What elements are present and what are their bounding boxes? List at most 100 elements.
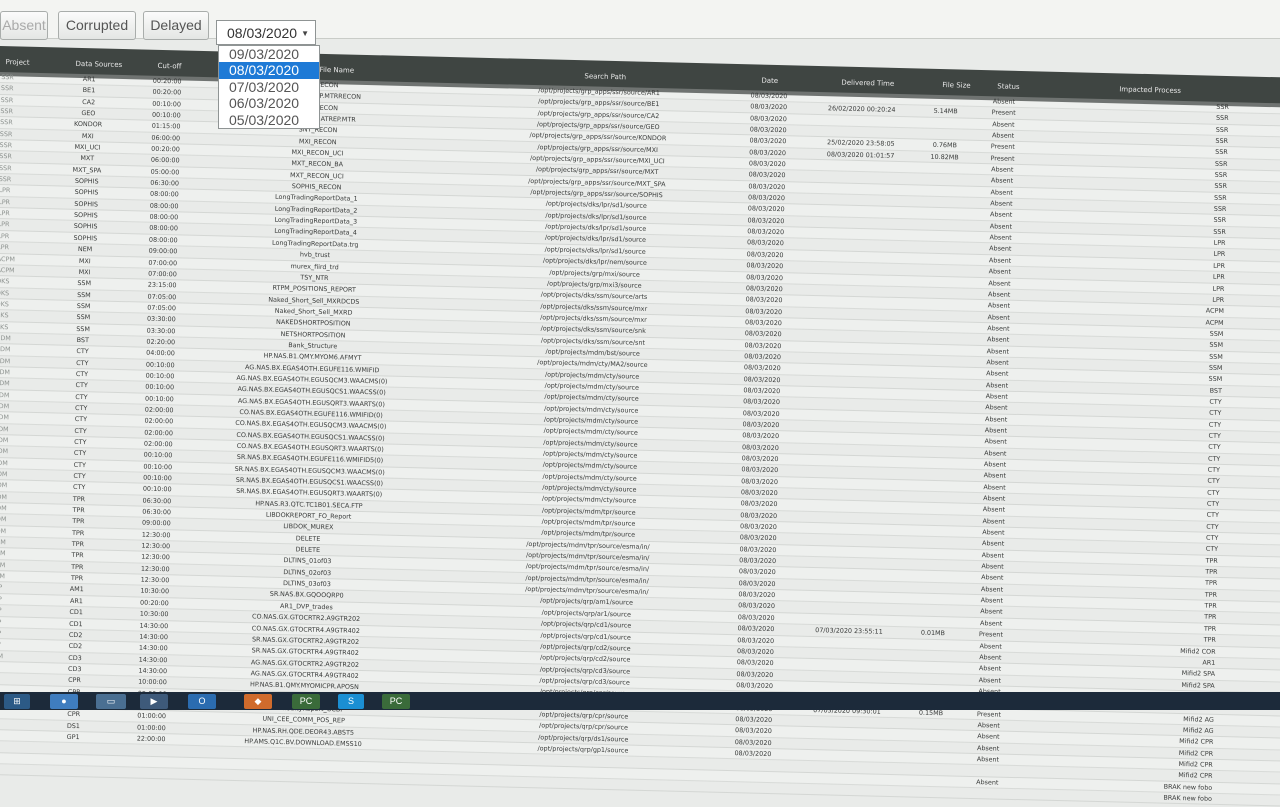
cell-cutoff: 14:30:00 (139, 632, 169, 642)
cell-data-source: GEO (81, 109, 96, 118)
cell-file-size (912, 378, 966, 379)
date-option[interactable]: 09/03/2020 (219, 46, 319, 62)
cell-project: MDM (0, 367, 11, 377)
cell-project: SSR (1, 73, 14, 82)
cell-date: 08/03/2020 (738, 567, 776, 577)
column-header-delivered-time[interactable]: Delivered Time (841, 79, 894, 88)
delayed-filter-button[interactable]: Delayed (143, 11, 209, 40)
date-option[interactable]: 07/03/2020 (219, 79, 319, 95)
cell-file-size (903, 752, 957, 753)
cell-project: MDM (0, 549, 6, 558)
cell-file-size (905, 684, 959, 685)
report-table: Project Data Sources Cut-off File Name S… (0, 46, 1280, 807)
cell-date: 08/03/2020 (744, 329, 782, 339)
corrupted-filter-button[interactable]: Corrupted (58, 11, 136, 40)
cell-status: Absent (986, 358, 1009, 367)
windows-start-icon[interactable]: ⊞ (4, 694, 30, 709)
cell-cutoff: 07:00:00 (148, 269, 177, 279)
cell-file-size (907, 593, 961, 594)
pycharm-icon[interactable]: PC (382, 694, 410, 709)
date-select[interactable]: 08/03/2020 ▼ (216, 20, 316, 45)
cell-data-source: SSM (76, 301, 91, 311)
cell-project: MDM (0, 345, 11, 354)
cell-project: SSR (0, 84, 14, 93)
cell-data-source: CD2 (68, 630, 83, 640)
pycharm-icon[interactable]: PC (292, 694, 320, 709)
cell-project: MDM (0, 503, 7, 513)
column-header-status[interactable]: Status (997, 82, 1020, 91)
cell-file-size (908, 559, 962, 560)
cell-cutoff: 03:30:00 (146, 326, 176, 335)
explorer-icon[interactable]: ▭ (96, 694, 126, 709)
cell-file-size (909, 514, 963, 515)
cell-data-source: NEM (77, 245, 93, 254)
cell-cutoff: 14:30:00 (138, 655, 168, 664)
date-option[interactable]: 05/03/2020 (219, 112, 319, 128)
skype-icon[interactable]: S (338, 694, 364, 709)
cell-data-source: TPR (72, 505, 85, 515)
cell-cutoff: 00:10:00 (143, 462, 173, 472)
cell-status: Absent (984, 437, 1007, 447)
cell-project: MDM (0, 447, 9, 456)
cell-project: QRP (0, 673, 25, 684)
cell-file-size (909, 503, 963, 504)
cell-data-source: TPR (71, 551, 84, 560)
cell-status: Absent (979, 652, 1002, 662)
cell-file-size (907, 582, 961, 583)
cell-status: Absent (989, 222, 1013, 231)
cell-data-source: CTY (74, 437, 87, 447)
column-header-impacted-process[interactable]: Impacted Process (1119, 85, 1181, 95)
media-player-icon[interactable]: ▶ (140, 694, 168, 709)
cell-data-source: SSM (77, 279, 92, 288)
cell-cutoff: 22:00:00 (136, 734, 166, 744)
column-header-file-name[interactable]: File Name (319, 66, 354, 75)
cell-cutoff: 02:00:00 (143, 439, 173, 449)
chrome-icon[interactable]: ● (50, 694, 78, 709)
column-header-date[interactable]: Date (761, 77, 778, 85)
cell-file-size (912, 389, 966, 390)
cell-project: SSR (0, 152, 12, 161)
cell-file-size (912, 401, 966, 402)
column-header-cutoff[interactable]: Cut-off (157, 62, 181, 71)
cell-data-source: CD1 (69, 608, 84, 617)
cell-file-size (912, 367, 966, 368)
cell-date: 08/03/2020 (745, 295, 783, 305)
cell-cutoff: 12:30:00 (140, 575, 170, 585)
cell-project: SSR (0, 175, 12, 184)
cell-cutoff: 04:00:00 (146, 348, 175, 358)
outlook-icon[interactable]: O (188, 694, 216, 709)
cell-data-source: BST (76, 335, 90, 345)
column-header-project[interactable]: Project (6, 58, 30, 67)
cell-date: 08/03/2020 (738, 601, 776, 611)
column-header-search-path[interactable]: Search Path (584, 72, 626, 81)
cell-data-source: CD3 (68, 653, 82, 662)
column-header-data-sources[interactable]: Data Sources (75, 60, 122, 69)
cell-project: SSR (0, 141, 13, 150)
cell-project: DKS (0, 277, 10, 286)
cell-status: Absent (978, 664, 1002, 673)
cell-date: 08/03/2020 (743, 363, 781, 373)
date-option[interactable]: 06/03/2020 (219, 95, 319, 111)
cell-date: 08/03/2020 (739, 533, 777, 543)
cell-date: 08/03/2020 (746, 250, 784, 260)
absent-filter-button[interactable]: Absent (0, 11, 48, 40)
cell-cutoff: 12:30:00 (141, 541, 171, 551)
cell-file-size (914, 310, 968, 311)
cell-date: 08/03/2020 (746, 238, 784, 248)
cell-file-size (903, 764, 957, 765)
cell-cutoff: 00:10:00 (145, 360, 175, 369)
cell-date: 08/03/2020 (745, 284, 783, 294)
cell-status: Absent (986, 369, 1009, 378)
cell-date: 08/03/2020 (745, 306, 783, 316)
cell-date: 08/03/2020 (734, 737, 772, 747)
cell-cutoff: 12:30:00 (141, 530, 171, 540)
cell-status: Absent (991, 131, 1015, 140)
cell-date: 08/03/2020 (747, 216, 785, 225)
cell-status: Absent (981, 550, 1005, 560)
cell-project: MDM (0, 379, 10, 388)
cell-data-source: MXI (78, 256, 91, 265)
cell-date: 08/03/2020 (748, 182, 786, 191)
app-icon[interactable]: ◆ (244, 694, 272, 709)
column-header-file-size[interactable]: File Size (942, 81, 970, 90)
date-option-selected[interactable]: 08/03/2020 (219, 62, 319, 79)
